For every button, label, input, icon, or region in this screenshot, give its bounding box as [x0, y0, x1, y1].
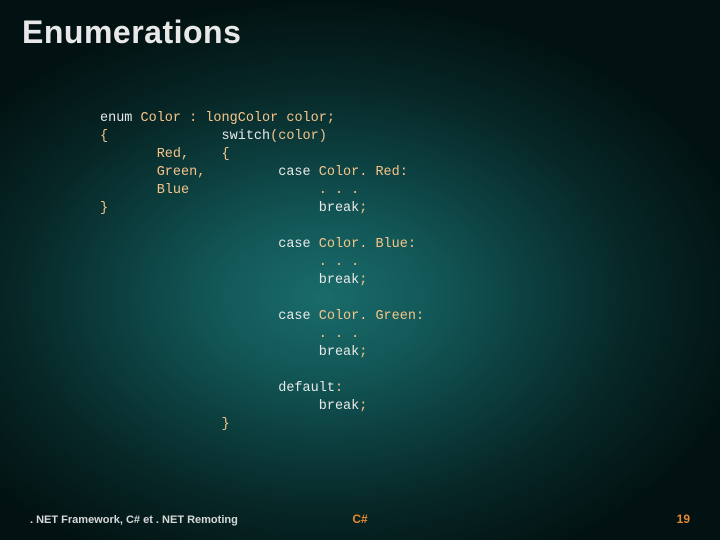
- code-text: ;: [359, 201, 367, 216]
- code-text: ;: [359, 345, 367, 360]
- code-text: Color. Red:: [311, 165, 408, 180]
- code-text: [100, 273, 319, 288]
- kw-switch: switch: [222, 129, 271, 144]
- code-text: [100, 345, 319, 360]
- slide: Enumerations enum Color : longColor colo…: [0, 0, 720, 540]
- code-block: enum Color : longColor color; { switch(c…: [100, 110, 660, 434]
- code-text: Color color;: [238, 111, 335, 126]
- code-text: Red, {: [100, 147, 230, 162]
- code-text: Color : long: [132, 111, 237, 126]
- kw-break: break: [319, 201, 360, 216]
- code-text: (color): [270, 129, 327, 144]
- kw-case: case: [278, 237, 310, 252]
- kw-enum: enum: [100, 111, 132, 126]
- code-text: ;: [359, 399, 367, 414]
- code-text: ;: [359, 273, 367, 288]
- footer-center: C#: [0, 512, 720, 526]
- code-text: }: [100, 417, 230, 432]
- code-text: . . .: [100, 327, 359, 342]
- code-text: Color. Green:: [311, 309, 424, 324]
- code-text: :: [335, 381, 343, 396]
- slide-title: Enumerations: [22, 14, 241, 51]
- code-text: {: [100, 129, 222, 144]
- code-text: Blue . . .: [100, 183, 359, 198]
- code-text: [100, 309, 278, 324]
- code-text: . . .: [100, 255, 359, 270]
- code-text: Color. Blue:: [311, 237, 416, 252]
- code-text: [100, 237, 278, 252]
- kw-default: default: [278, 381, 335, 396]
- kw-case: case: [278, 309, 310, 324]
- code-text: Green,: [100, 165, 278, 180]
- page-number: 19: [677, 512, 690, 526]
- kw-break: break: [319, 345, 360, 360]
- code-text: }: [100, 201, 319, 216]
- code-text: [100, 399, 319, 414]
- kw-case: case: [278, 165, 310, 180]
- code-text: [100, 381, 278, 396]
- kw-break: break: [319, 399, 360, 414]
- kw-break: break: [319, 273, 360, 288]
